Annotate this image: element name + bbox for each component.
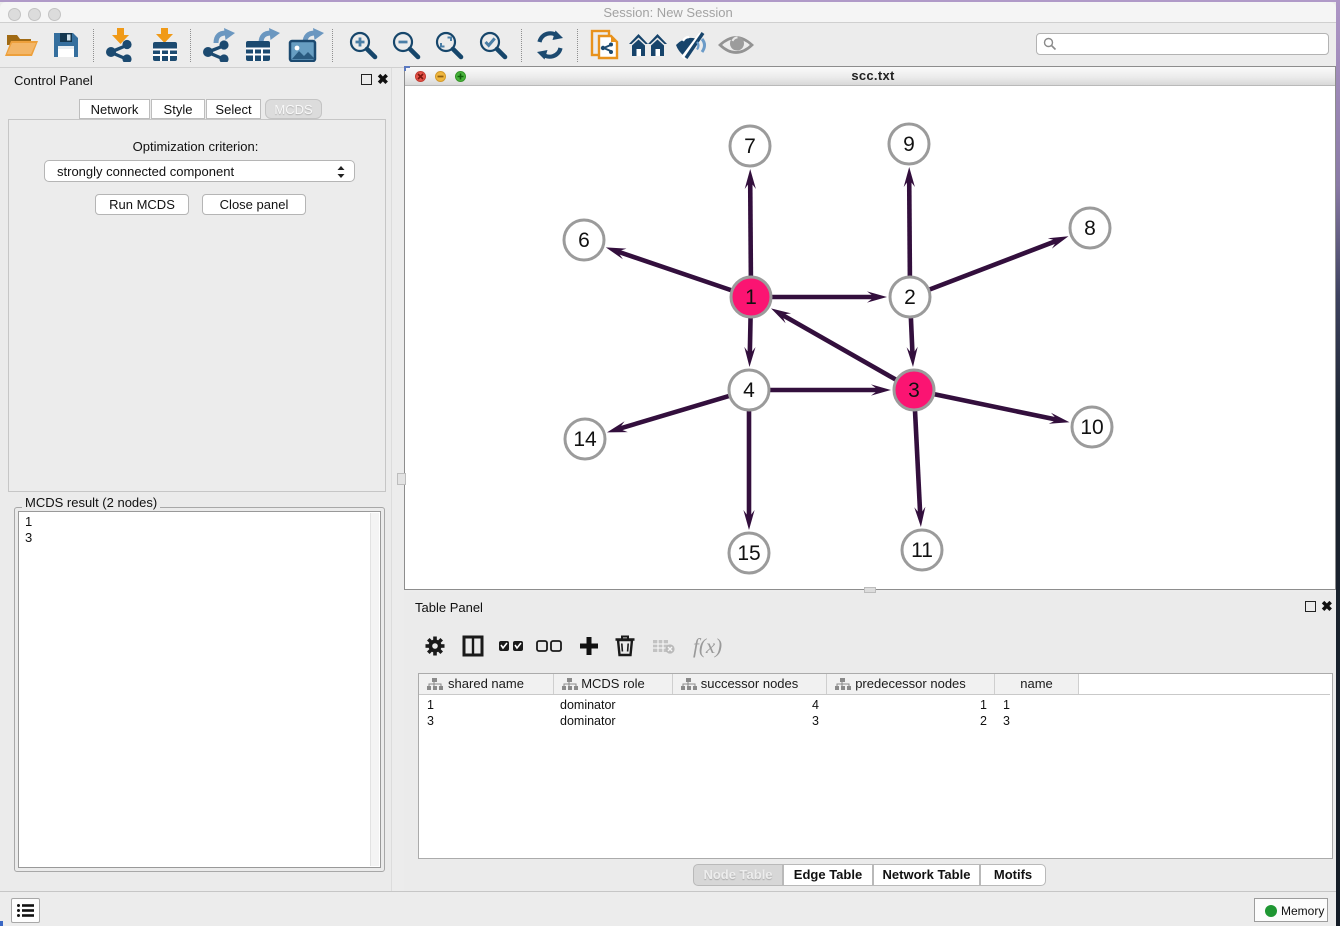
svg-text:f(x): f(x): [693, 634, 722, 658]
svg-text:3: 3: [908, 379, 920, 402]
svg-text:15: 15: [737, 542, 760, 565]
svg-text:10: 10: [1080, 416, 1103, 439]
svg-text:6: 6: [578, 229, 590, 252]
svg-text:7: 7: [744, 135, 756, 158]
svg-text:1: 1: [745, 286, 757, 309]
svg-text:2: 2: [904, 286, 916, 309]
svg-text:9: 9: [903, 133, 915, 156]
svg-text:14: 14: [573, 428, 597, 451]
svg-text:4: 4: [743, 379, 755, 402]
svg-text:8: 8: [1084, 217, 1096, 240]
svg-text:11: 11: [911, 539, 933, 562]
